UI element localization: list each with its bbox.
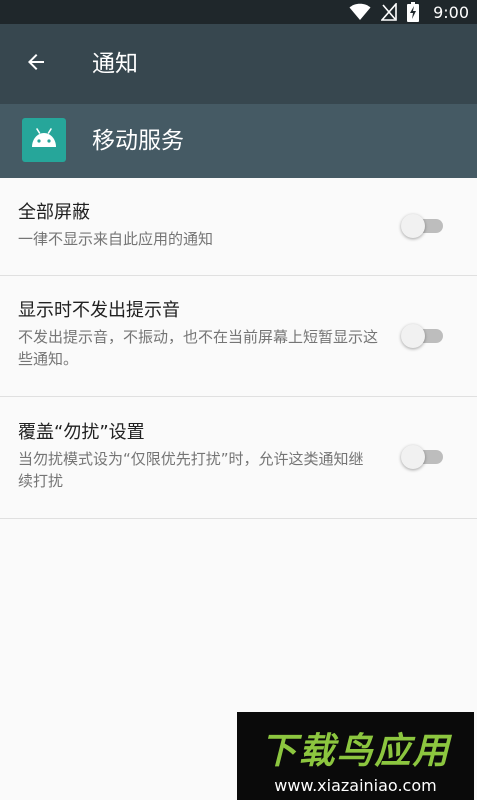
page-title: 通知 — [92, 51, 138, 77]
toggle-thumb — [401, 445, 425, 469]
status-time: 9:00 — [433, 2, 469, 22]
watermark-url: www.xiazainiao.com — [274, 776, 437, 795]
settings-list: 全部屏蔽 一律不显示来自此应用的通知 显示时不发出提示音 不发出提示音，不振动，… — [0, 178, 477, 519]
toggle-thumb — [401, 324, 425, 348]
watermark-logo: 下载鸟应用 — [260, 731, 451, 772]
watermark: 下载鸟应用 www.xiazainiao.com — [237, 712, 474, 800]
setting-title: 显示时不发出提示音 — [18, 300, 180, 321]
no-sim-icon — [381, 3, 397, 21]
app-icon — [22, 118, 66, 162]
setting-silent[interactable]: 显示时不发出提示音 不发出提示音，不振动，也不在当前屏幕上短暂显示这些通知。 — [0, 276, 477, 397]
setting-block-all[interactable]: 全部屏蔽 一律不显示来自此应用的通知 — [0, 178, 477, 276]
setting-title: 全部屏蔽 — [18, 202, 90, 223]
setting-text: 显示时不发出提示音 不发出提示音，不振动，也不在当前屏幕上短暂显示这些通知。 — [18, 299, 378, 370]
app-header: 移动服务 — [0, 104, 477, 178]
toolbar: 通知 — [0, 24, 477, 104]
setting-description: 一律不显示来自此应用的通知 — [18, 230, 214, 248]
toggle-thumb — [401, 214, 425, 238]
back-button[interactable] — [8, 36, 64, 92]
battery-charging-icon — [407, 2, 420, 22]
setting-description: 当勿扰模式设为“仅限优先打扰”时，允许这类通知继续打扰 — [18, 450, 364, 490]
wifi-icon — [349, 3, 371, 21]
status-bar: 9:00 — [0, 0, 477, 24]
setting-title: 覆盖“勿扰”设置 — [18, 422, 145, 443]
setting-text: 覆盖“勿扰”设置 当勿扰模式设为“仅限优先打扰”时，允许这类通知继续打扰 — [18, 421, 378, 492]
arrow-back-icon — [24, 50, 48, 78]
setting-override-dnd[interactable]: 覆盖“勿扰”设置 当勿扰模式设为“仅限优先打扰”时，允许这类通知继续打扰 — [0, 397, 477, 519]
block-all-toggle[interactable] — [401, 214, 445, 238]
setting-description: 不发出提示音，不振动，也不在当前屏幕上短暂显示这些通知。 — [18, 328, 379, 368]
override-dnd-toggle[interactable] — [401, 445, 445, 469]
app-name: 移动服务 — [92, 128, 184, 154]
android-icon — [29, 127, 59, 153]
silent-toggle[interactable] — [401, 324, 445, 348]
setting-text: 全部屏蔽 一律不显示来自此应用的通知 — [18, 201, 378, 250]
status-icons: 9:00 — [349, 0, 469, 24]
